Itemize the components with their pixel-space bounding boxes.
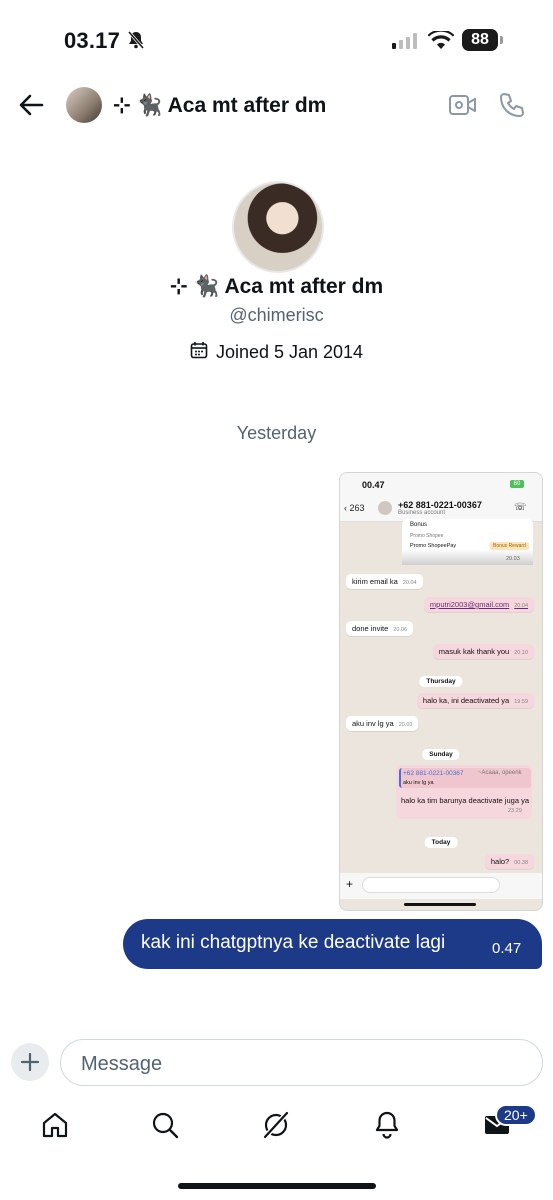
- shot-message-time: 19.59: [514, 699, 528, 705]
- shot-message-text: halo ka, ini deactivated ya: [422, 696, 510, 705]
- shot-day-pill: Thursday: [419, 676, 463, 687]
- shot-quote-time: 23.29: [508, 808, 522, 814]
- plus-icon: [20, 1052, 40, 1072]
- cellular-signal-icon: [392, 33, 418, 54]
- shot-input-box: [362, 877, 500, 893]
- shot-quote-text: aku inv lg ya: [403, 780, 434, 786]
- bell-muted-icon: [126, 30, 146, 55]
- shot-battery: 60: [510, 480, 524, 488]
- battery-indicator: 88: [462, 29, 498, 51]
- shot-message-time: 20.04: [514, 603, 528, 609]
- shot-message-time: 00.38: [514, 860, 528, 866]
- profile-name: ⊹ 🐈‍⬛ Aca mt after dm: [169, 275, 384, 298]
- day-separator: Yesterday: [236, 423, 317, 443]
- bell-icon: [375, 1111, 399, 1139]
- header-title[interactable]: ⊹ 🐈‍⬛ Aca mt after dm: [113, 93, 326, 118]
- shot-plus-icon: +: [346, 877, 354, 891]
- nav-home[interactable]: [40, 1110, 70, 1145]
- shot-day-pill: Sunday: [422, 749, 460, 760]
- back-arrow-icon[interactable]: [16, 90, 46, 125]
- shot-call-icon: ☏: [514, 502, 527, 513]
- home-icon: [42, 1112, 68, 1138]
- battery-tip: [500, 36, 503, 44]
- nav-grok[interactable]: [261, 1110, 291, 1145]
- phone-call-icon[interactable]: [498, 91, 526, 124]
- sent-message-time: 0.47: [492, 940, 522, 957]
- shot-back-count-label: 263: [349, 503, 365, 513]
- video-call-icon[interactable]: [448, 92, 478, 123]
- grok-icon: [263, 1111, 289, 1139]
- joined-text: Joined 5 Jan 2014: [215, 342, 364, 362]
- shot-quoted-message: +62 881-0221-00367 ~Acaaa, opeenk aku in…: [396, 765, 532, 819]
- home-indicator: [178, 1183, 376, 1189]
- sent-message-bubble[interactable]: kak ini chatgptnya ke deactivate lagi 0.…: [123, 919, 542, 969]
- nav-notifications[interactable]: [372, 1110, 402, 1145]
- shot-card-line1: Promo Shopee: [410, 533, 444, 539]
- shot-back-count: ‹ 263: [344, 503, 365, 513]
- attached-screenshot[interactable]: 00.47 60 ‹ 263 +62 881-0221-00367 Busine…: [339, 472, 543, 911]
- shot-day-pill: Today: [424, 837, 458, 848]
- add-attachment-button[interactable]: [11, 1043, 49, 1081]
- message-input[interactable]: [79, 1050, 523, 1078]
- shot-message-time: 20.06: [393, 627, 408, 633]
- shot-contact-name: +62 881-0221-00367: [398, 500, 482, 510]
- search-icon: [152, 1112, 179, 1139]
- message-input-container[interactable]: [60, 1039, 543, 1086]
- wifi-icon: [428, 29, 454, 55]
- shot-message: kirim email ka 20.04: [346, 574, 423, 589]
- header-avatar[interactable]: [66, 87, 102, 123]
- status-time: 03.17: [64, 28, 121, 53]
- profile-avatar[interactable]: [232, 181, 324, 273]
- shot-message: mputri2003@gmail.com 20.04: [423, 597, 534, 612]
- shot-message-time: 20.10: [514, 650, 528, 656]
- shot-message-text: masuk kak thank you: [438, 647, 510, 656]
- shot-quote-reply: halo ka tim barunya deactivate juga ya: [401, 796, 529, 805]
- shot-quote-alias: ~Acaaa, opeenk: [478, 770, 522, 776]
- shot-message-text: aku inv lg ya: [352, 719, 394, 728]
- shot-message: done invite 20.06: [346, 621, 414, 636]
- shot-message: halo? 00.38: [484, 854, 534, 869]
- shot-message-text: halo?: [490, 857, 510, 866]
- shot-card-time: 20.03: [506, 556, 520, 562]
- calendar-icon: [190, 341, 208, 364]
- shot-message-time: 20.04: [402, 580, 417, 586]
- nav-search[interactable]: [150, 1110, 180, 1145]
- messages-badge: 20+: [495, 1104, 537, 1126]
- shot-home-indicator: [404, 903, 476, 906]
- shot-message-text: mputri2003@gmail.com: [429, 600, 510, 609]
- shot-message: halo ka, ini deactivated ya 19.59: [416, 693, 534, 708]
- shot-message-time: 20.03: [398, 722, 413, 728]
- shot-status-time: 00.47: [362, 480, 385, 490]
- shot-message: aku inv lg ya 20.03: [346, 716, 419, 731]
- joined-date: Joined 5 Jan 2014: [0, 341, 553, 364]
- shot-message-text: kirim email ka: [352, 577, 398, 586]
- shot-message: masuk kak thank you 20.10: [432, 644, 534, 659]
- profile-handle: @chimerisc: [229, 305, 324, 325]
- shot-message-text: done invite: [352, 624, 389, 633]
- sent-message-text: kak ini chatgptnya ke deactivate lagi: [141, 932, 446, 953]
- shot-contact-sub: Business account: [398, 510, 446, 516]
- shot-promo-card: Bonus Promo Shopee Promo ShopeePay Bonus…: [402, 519, 533, 565]
- shot-card-title: Bonus: [410, 522, 428, 528]
- shot-quote-name: +62 881-0221-00367: [403, 770, 464, 777]
- shot-contact-avatar: [378, 501, 392, 515]
